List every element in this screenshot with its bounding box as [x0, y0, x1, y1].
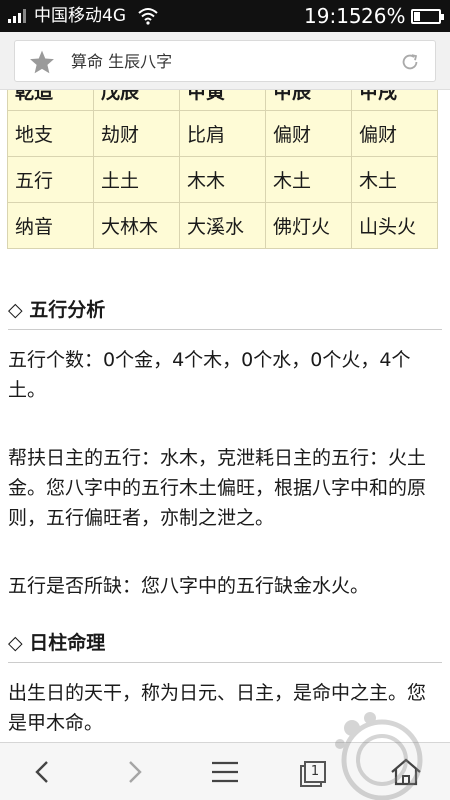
table-cell: 大溪水: [179, 202, 266, 249]
table-cell: 大林木: [93, 202, 180, 249]
signal-icon: [8, 9, 28, 23]
back-icon[interactable]: [22, 753, 62, 791]
page-title[interactable]: 算命 生辰八字: [71, 51, 172, 73]
table-header-cell: 戊辰: [93, 90, 180, 111]
section-divider: [8, 329, 442, 330]
table-cell: 偏财: [351, 110, 438, 157]
paragraph: 五行个数：0个金，4个木，0个水，0个火，4个土。: [8, 349, 411, 401]
bazi-table: 乾造 戊辰 甲寅 甲辰 甲戌 地支 劫财 比肩 偏财 偏财 五行 土土 木木 木…: [7, 90, 438, 249]
section-title: ◇ 五行分析: [8, 296, 105, 324]
table-cell: 劫财: [93, 110, 180, 157]
address-bar[interactable]: 算命 生辰八字: [14, 40, 436, 82]
table-header-cell: 甲戌: [351, 90, 438, 111]
table-cell: 偏财: [265, 110, 352, 157]
section-title: ◇ 日柱命理: [8, 629, 105, 657]
carrier-name: 中国移动4G: [34, 6, 126, 26]
table-header-cell: 甲寅: [179, 90, 266, 111]
table-header-cell: 乾造: [7, 90, 94, 111]
table-row: 地支 劫财 比肩 偏财 偏财: [7, 110, 438, 157]
table-row: 纳音 大林木 大溪水 佛灯火 山头火: [7, 202, 438, 249]
table-cell: 地支: [7, 110, 94, 157]
forward-icon[interactable]: [115, 753, 155, 791]
wifi-icon: [138, 8, 158, 25]
table-header-row: 乾造 戊辰 甲寅 甲辰 甲戌: [7, 90, 438, 111]
section-divider: [8, 662, 442, 663]
star-icon[interactable]: [29, 49, 55, 75]
table-row: 五行 土土 木木 木土 木土: [7, 156, 438, 203]
diamond-icon: ◇: [8, 299, 23, 321]
section-title-text: 日柱命理: [29, 632, 106, 654]
watermark-logo-icon: [335, 712, 423, 800]
table-cell: 木土: [351, 156, 438, 203]
section-title-text: 五行分析: [29, 299, 106, 321]
table-cell: 木土: [265, 156, 352, 203]
battery-level: [414, 12, 420, 21]
clock-time: 19:15: [304, 4, 362, 28]
paragraph: 帮扶日主的五行：水木，克泄耗日主的五行：火土金。您八字中的五行木土偏旺，根据八字…: [8, 447, 427, 529]
table-header-cell: 甲辰: [265, 90, 352, 111]
table-cell: 佛灯火: [265, 202, 352, 249]
table-cell: 五行: [7, 156, 94, 203]
table-cell: 土土: [93, 156, 180, 203]
table-cell: 纳音: [7, 202, 94, 249]
battery-percent: 26%: [361, 4, 406, 28]
paragraph: 五行是否所缺：您八字中的五行缺金水火。: [8, 575, 370, 597]
table-cell: 山头火: [351, 202, 438, 249]
table-cell: 比肩: [179, 110, 266, 157]
status-bar: 中国移动4G 19:15 26%: [0, 0, 450, 32]
page-content: 乾造 戊辰 甲寅 甲辰 甲戌 地支 劫财 比肩 偏财 偏财 五行 土土 木木 木…: [0, 90, 450, 742]
browser-address-area: 算命 生辰八字: [0, 32, 450, 90]
diamond-icon: ◇: [8, 632, 23, 654]
battery-icon: [411, 9, 444, 24]
menu-icon[interactable]: [205, 753, 245, 791]
table-cell: 木木: [179, 156, 266, 203]
refresh-icon[interactable]: [399, 51, 421, 73]
